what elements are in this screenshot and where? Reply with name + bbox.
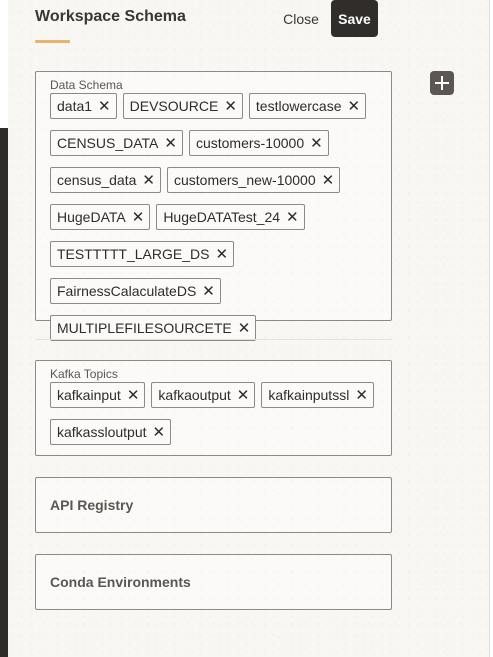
chip: HugeDATATest_24 ✕ <box>156 204 305 230</box>
remove-chip-icon[interactable]: ✕ <box>164 136 177 151</box>
conda-environments-section[interactable]: Conda Environments <box>35 554 392 610</box>
chip-label: MULTIPLEFILESOURCETE <box>57 320 232 336</box>
remove-chip-icon[interactable]: ✕ <box>322 173 335 188</box>
chip-label: TESTTTTT_LARGE_DS <box>57 246 210 262</box>
remove-chip-icon[interactable]: ✕ <box>98 99 111 114</box>
chip: TESTTTTT_LARGE_DS ✕ <box>50 241 235 267</box>
conda-environments-title: Conda Environments <box>50 574 191 590</box>
title-accent-underline <box>35 40 70 43</box>
remove-chip-icon[interactable]: ✕ <box>215 247 228 262</box>
chip: kafkaoutput ✕ <box>151 382 256 408</box>
chip: kafkainputssl ✕ <box>261 382 374 408</box>
api-registry-section[interactable]: API Registry <box>35 477 392 533</box>
chip-label: customers-10000 <box>195 135 305 151</box>
close-button[interactable]: Close <box>276 2 326 36</box>
chip-label: DEVSOURCE <box>129 98 219 114</box>
chip-label: kafkassloutput <box>57 424 147 440</box>
chip: customers_new-10000 ✕ <box>166 167 341 193</box>
remove-chip-icon[interactable]: ✕ <box>238 321 251 336</box>
kafka-topics-label: Kafka Topics <box>50 367 118 381</box>
remove-chip-icon[interactable]: ✕ <box>132 210 145 225</box>
remove-chip-icon[interactable]: ✕ <box>237 388 250 403</box>
remove-chip-icon[interactable]: ✕ <box>142 173 155 188</box>
remove-chip-icon[interactable]: ✕ <box>224 99 237 114</box>
data-schema-chip-list: data1 ✕ DEVSOURCE ✕ testlowercase ✕ CENSUS_DAT… <box>50 93 385 341</box>
kafka-topics-chip-list: kafkainput ✕ kafkaoutput ✕ kafkainputssl ✕ kaf… <box>50 382 385 445</box>
chip-label: data1 <box>57 98 93 114</box>
chip-label: CENSUS_DATA <box>57 135 159 151</box>
data-schema-label: Data Schema <box>50 78 123 92</box>
chip-label: customers_new-10000 <box>173 172 316 188</box>
background-app-edge <box>0 128 8 657</box>
chip: testlowercase ✕ <box>248 93 367 119</box>
chip: HugeDATA ✕ <box>50 204 151 230</box>
panel-title: Workspace Schema <box>35 8 186 25</box>
chip-label: testlowercase <box>255 98 342 114</box>
section-divider <box>35 339 392 340</box>
save-button[interactable]: Save <box>331 0 378 37</box>
chip: CENSUS_DATA ✕ <box>50 130 183 156</box>
data-schema-section: Data Schema data1 ✕ DEVSOURCE ✕ testlowercas… <box>35 71 392 341</box>
remove-chip-icon[interactable]: ✕ <box>310 136 323 151</box>
plus-icon <box>435 76 449 90</box>
chip-label: census_data <box>57 172 137 188</box>
chip: FairnessCalaculateDS ✕ <box>50 278 221 304</box>
chip: kafkassloutput ✕ <box>50 419 172 445</box>
chip: data1 ✕ <box>50 93 117 119</box>
chip-label: FairnessCalaculateDS <box>57 283 197 299</box>
chip-label: kafkaoutput <box>158 387 231 403</box>
chip: MULTIPLEFILESOURCETE ✕ <box>50 315 257 341</box>
workspace-schema-panel: Workspace Schema Close Save Data Schema … <box>8 0 489 657</box>
chip-label: kafkainputssl <box>268 387 350 403</box>
panel-right-border <box>489 0 490 657</box>
chip: census_data ✕ <box>50 167 161 193</box>
add-button[interactable] <box>430 71 454 95</box>
remove-chip-icon[interactable]: ✕ <box>202 284 215 299</box>
chip-label: HugeDATA <box>57 209 126 225</box>
remove-chip-icon[interactable]: ✕ <box>286 210 299 225</box>
chip: DEVSOURCE ✕ <box>122 93 243 119</box>
kafka-topics-section: Kafka Topics kafkainput ✕ kafkaoutput ✕ kafk… <box>35 360 392 456</box>
remove-chip-icon[interactable]: ✕ <box>127 388 140 403</box>
chip: customers-10000 ✕ <box>188 130 329 156</box>
chip: kafkainput ✕ <box>50 382 146 408</box>
api-registry-title: API Registry <box>50 497 134 513</box>
chip-label: HugeDATATest_24 <box>163 209 281 225</box>
remove-chip-icon[interactable]: ✕ <box>347 99 360 114</box>
remove-chip-icon[interactable]: ✕ <box>355 388 368 403</box>
remove-chip-icon[interactable]: ✕ <box>153 425 166 440</box>
chip-label: kafkainput <box>57 387 121 403</box>
